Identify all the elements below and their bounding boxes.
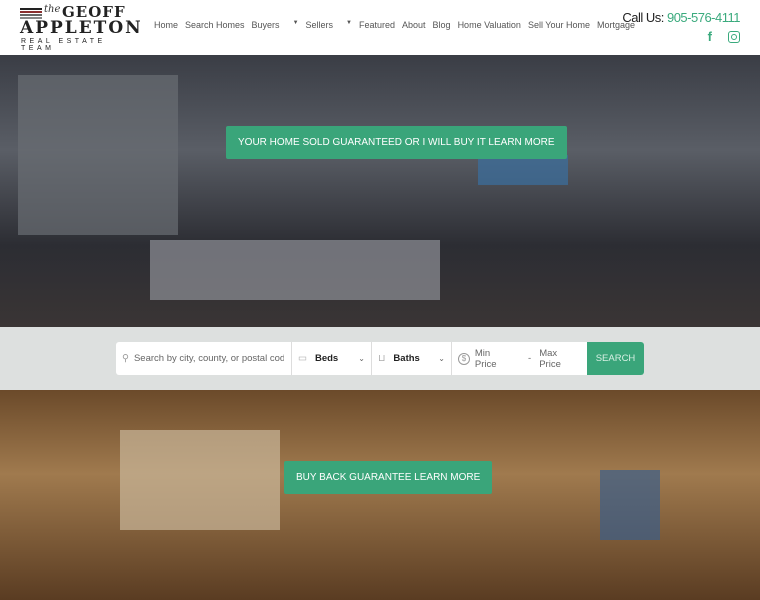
- caret-down-icon[interactable]: ▼: [293, 20, 299, 30]
- main-nav: Home Search Homes Buyers ▼ Sellers ▼ Featured A…: [154, 20, 635, 30]
- caret-down-icon[interactable]: ▼: [346, 20, 352, 30]
- nav-item-featured[interactable]: Featured: [359, 20, 395, 30]
- hero-kitchen-image-2: [0, 390, 760, 600]
- call-us: Call Us: 905-576-4111: [622, 10, 740, 25]
- beds-select[interactable]: ▭ Beds ⌄: [292, 342, 372, 375]
- dollar-icon: $: [458, 352, 470, 365]
- hero-kitchen-image: [0, 55, 760, 327]
- location-pin-icon: ⚲: [122, 353, 129, 364]
- nav-item-sellers[interactable]: Sellers: [306, 20, 334, 30]
- nav-item-blog[interactable]: Blog: [433, 20, 451, 30]
- nav-item-home[interactable]: Home: [154, 20, 178, 30]
- search-button[interactable]: SEARCH: [587, 342, 644, 375]
- guarantee-cta-button[interactable]: YOUR HOME SOLD GUARANTEED OR I WILL BUY …: [226, 126, 567, 159]
- logo-the: the: [44, 4, 61, 15]
- nav-item-search-homes[interactable]: Search Homes: [185, 20, 245, 30]
- header: the GEOFF APPLETON REAL ESTATE TEAM Home…: [0, 0, 760, 55]
- logo-name2: APPLETON: [20, 18, 143, 38]
- min-price-input[interactable]: Min Price: [475, 348, 514, 370]
- location-search-input[interactable]: ⚲ Search by city, county, or postal code: [116, 342, 292, 375]
- nav-item-sell-your-home[interactable]: Sell Your Home: [528, 20, 590, 30]
- social-links: f: [708, 29, 740, 44]
- logo-sub: REAL ESTATE TEAM: [21, 38, 106, 52]
- buy-back-cta-button[interactable]: BUY BACK GUARANTEE LEARN MORE: [284, 461, 493, 494]
- instagram-icon[interactable]: [728, 31, 740, 43]
- bath-icon: ⊔: [378, 353, 386, 364]
- nav-item-home-valuation[interactable]: Home Valuation: [458, 20, 521, 30]
- price-range: $ Min Price - Max Price: [452, 342, 587, 375]
- nav-item-buyers[interactable]: Buyers: [252, 20, 280, 30]
- bed-icon: ▭: [298, 353, 307, 364]
- call-label: Call Us:: [622, 10, 664, 25]
- baths-select[interactable]: ⊔ Baths ⌄: [372, 342, 452, 375]
- search-bar: ⚲ Search by city, county, or postal code …: [116, 342, 644, 375]
- facebook-icon[interactable]: f: [708, 29, 712, 44]
- nav-item-about[interactable]: About: [402, 20, 426, 30]
- chevron-down-icon: ⌄: [438, 354, 445, 363]
- phone-link[interactable]: 905-576-4111: [667, 10, 741, 25]
- max-price-input[interactable]: Max Price: [539, 348, 581, 370]
- chevron-down-icon: ⌄: [358, 354, 365, 363]
